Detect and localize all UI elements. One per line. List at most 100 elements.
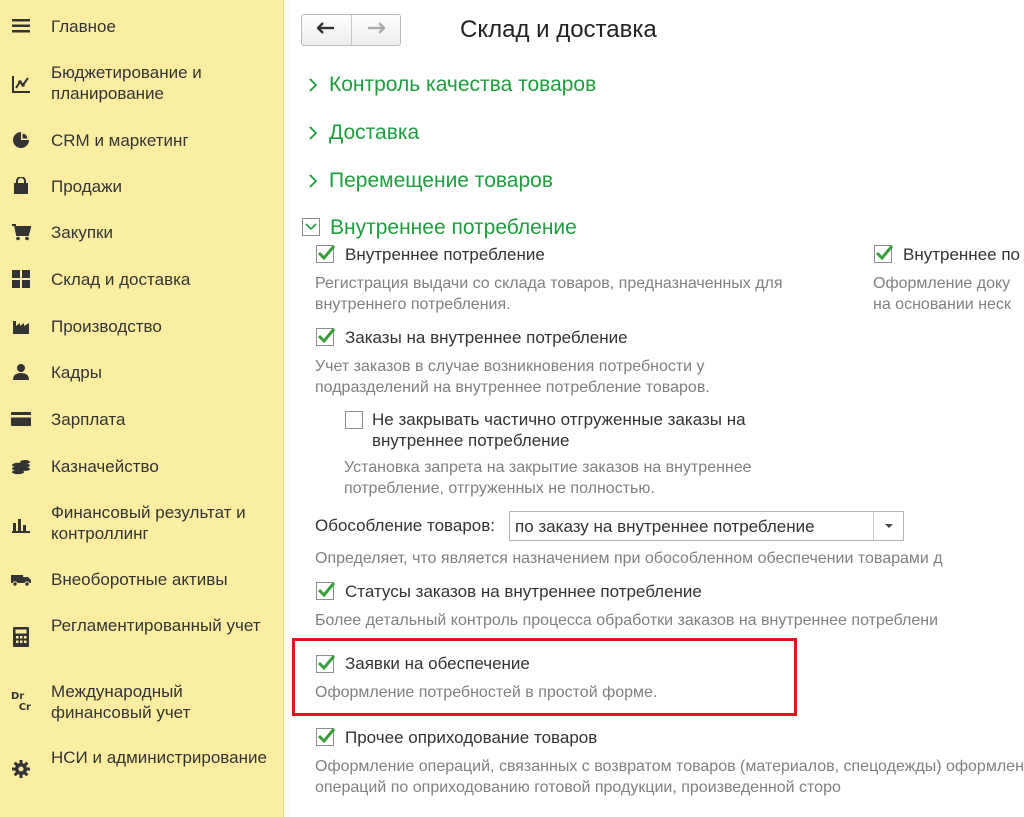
person-icon [9, 360, 33, 384]
isolation-label: Обособление товаров: [315, 516, 495, 535]
sidebar-item-production[interactable]: Производство [0, 314, 283, 338]
section-label: Внутреннее потребление [330, 216, 577, 239]
sidebar-item-label: Финансовый результат и контроллинг [51, 503, 246, 543]
checkmark-icon [317, 582, 336, 598]
budget-chart-icon [9, 72, 33, 96]
checkmark-icon [317, 245, 336, 261]
internal-consumption-label: Внутреннее потребление [345, 245, 545, 264]
sidebar-item-label: Продажи [51, 177, 122, 196]
other-receipt-checkbox[interactable] [316, 728, 336, 746]
other-receipt-desc-text: Оформление операций, связанных с возврат… [315, 758, 1024, 796]
bar-chart-icon [9, 512, 33, 536]
sidebar-item-regulated-accounting[interactable]: Регламентированный учет [0, 615, 283, 657]
sidebar-item-fixed-assets[interactable]: Внеоборотные активы [0, 567, 283, 591]
sidebar-item-label: Главное [51, 17, 116, 36]
sidebar-item-label: Внеоборотные активы [51, 570, 228, 589]
sidebar-item-financial-result[interactable]: Финансовый результат и контроллинг [0, 502, 283, 544]
sidebar: Главное Бюджетирование и планирование CR… [0, 0, 284, 817]
other-receipt-desc: Оформление операций, связанных с возврат… [315, 756, 1024, 798]
no-close-partial-desc: Установка запрета на закрытие заказов на… [344, 459, 752, 497]
chevron-down-icon [884, 524, 893, 528]
section-label: Перемещение товаров [329, 169, 553, 192]
internal-orders-label: Заказы на внутреннее потребление [345, 328, 628, 347]
chevron-right-icon [305, 122, 321, 144]
shopping-bag-icon [9, 174, 33, 198]
internal-orders-checkbox[interactable] [316, 328, 336, 346]
chevron-right-icon [305, 74, 321, 96]
chevron-right-icon [305, 170, 321, 192]
internal-orders-desc: Учет заказов в случае возникновения потр… [315, 358, 710, 396]
supply-requests-label: Заявки на обеспечение [345, 654, 530, 673]
wallet-icon [9, 407, 33, 431]
sidebar-item-label: CRM и маркетинг [51, 131, 189, 150]
sidebar-item-purchases[interactable]: Закупки [0, 220, 283, 244]
internal-consumption-checkbox[interactable] [316, 245, 336, 263]
warehouse-grid-icon [9, 267, 33, 291]
order-statuses-checkbox[interactable] [316, 582, 336, 600]
internal-consumption-right-label: Внутреннее по [903, 245, 1020, 264]
factory-icon [9, 314, 33, 338]
back-button[interactable] [302, 15, 351, 45]
sidebar-item-admin[interactable]: НСИ и администрирование [0, 747, 283, 789]
isolation-desc: Определяет, что является назначением при… [315, 550, 943, 567]
arrow-left-icon [316, 21, 335, 39]
calculator-icon [9, 625, 33, 649]
section-delivery[interactable]: Доставка [305, 121, 419, 145]
pie-chart-icon [9, 128, 33, 152]
internal-consumption-right-checkbox[interactable] [874, 245, 894, 263]
internal-consumption-desc: Регистрация выдачи со склада товаров, пр… [315, 275, 783, 313]
section-internal-consumption[interactable]: Внутреннее потребление [322, 216, 577, 240]
forward-button[interactable] [350, 15, 401, 45]
panel-separator [284, 0, 289, 817]
no-close-partial-label: Не закрывать частично отгруженные заказы… [372, 410, 746, 450]
isolation-select[interactable]: по заказу на внутреннее потребление [509, 511, 904, 541]
sidebar-item-label: Закупки [51, 223, 113, 242]
section-goods-movement[interactable]: Перемещение товаров [305, 169, 553, 193]
sidebar-item-label: Регламентированный учет [51, 616, 261, 635]
checkmark-icon [317, 328, 336, 344]
checkmark-icon [317, 655, 336, 671]
isolation-value: по заказу на внутреннее потребление [515, 517, 815, 536]
sidebar-item-hr[interactable]: Кадры [0, 360, 283, 384]
menu-icon [9, 14, 33, 38]
sidebar-item-budgeting[interactable]: Бюджетирование и планирование [0, 62, 283, 104]
highlight-frame [292, 638, 797, 716]
coins-icon [9, 454, 33, 478]
sidebar-item-label: Производство [51, 317, 162, 336]
history-nav [301, 14, 401, 46]
sidebar-item-crm[interactable]: CRM и маркетинг [0, 128, 283, 152]
sidebar-item-label: Склад и доставка [51, 270, 191, 289]
dropdown-button[interactable] [873, 512, 903, 540]
sidebar-item-label: НСИ и администрирование [51, 748, 267, 767]
section-label: Доставка [329, 121, 420, 144]
sidebar-item-label: Казначейство [51, 457, 159, 476]
truck-icon [9, 567, 33, 591]
sidebar-item-label: Бюджетирование и планирование [51, 63, 202, 103]
supply-requests-checkbox[interactable] [316, 655, 336, 673]
section-quality-control[interactable]: Контроль качества товаров [305, 73, 596, 97]
sidebar-item-warehouse[interactable]: Склад и доставка [0, 267, 283, 291]
order-statuses-desc: Более детальный контроль процесса обрабо… [315, 612, 939, 629]
sidebar-item-main[interactable]: Главное [0, 14, 283, 38]
order-statuses-label: Статусы заказов на внутреннее потреблени… [345, 582, 702, 601]
sidebar-item-salary[interactable]: Зарплата [0, 407, 283, 431]
section-label: Контроль качества товаров [329, 73, 597, 96]
page-title: Склад и доставка [460, 16, 657, 43]
sidebar-item-label: Международный финансовый учет [51, 682, 191, 722]
internal-consumption-right-desc: Оформление доку на основании неск [873, 275, 1011, 313]
sidebar-item-international-accounting[interactable]: Dr Cr Международный финансовый учет [0, 681, 283, 723]
sidebar-item-sales[interactable]: Продажи [0, 174, 283, 198]
supply-requests-desc: Оформление потребностей в простой форме. [315, 684, 658, 701]
gear-icon [9, 757, 33, 781]
sidebar-item-label: Зарплата [51, 410, 126, 429]
cart-icon [9, 220, 33, 244]
sidebar-item-label: Кадры [51, 363, 102, 382]
section-internal-consumption-toggle[interactable] [302, 218, 320, 236]
no-close-partial-checkbox[interactable] [345, 411, 363, 429]
dr-cr-icon: Dr Cr [11, 691, 31, 713]
checkmark-icon [875, 245, 894, 261]
sidebar-item-treasury[interactable]: Казначейство [0, 454, 283, 478]
other-receipt-label: Прочее оприходование товаров [345, 728, 598, 747]
arrow-right-icon [367, 21, 386, 39]
checkmark-icon [317, 728, 336, 744]
